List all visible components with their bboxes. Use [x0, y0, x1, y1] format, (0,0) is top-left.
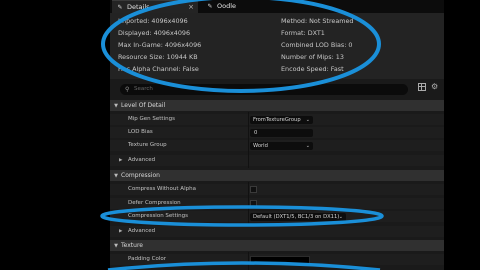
prop-compression-settings: Compression Settings Default (DXT1/5, BC…	[110, 211, 444, 222]
search-placeholder: Search	[134, 86, 153, 92]
mip-gen-label: Mip Gen Settings	[128, 116, 175, 122]
tab-bar: ✎ Details × ✎ Oodle	[110, 0, 444, 14]
section-level-of-detail-title: Level Of Detail	[121, 102, 166, 109]
tab-details-label: Details	[127, 3, 150, 11]
column-divider	[248, 182, 249, 224]
defer-compression-checkbox[interactable]	[250, 200, 257, 207]
info-displayed: Displayed: 4096x4096	[118, 29, 191, 37]
chevron-down-icon: ⌄	[305, 142, 310, 149]
texture-group-dropdown[interactable]: World ⌄	[250, 141, 313, 150]
lod-bias-label: LOD Bias	[128, 129, 153, 135]
info-imported: Imported: 4096x4096	[118, 17, 188, 25]
info-format: Format: DXT1	[281, 29, 325, 37]
compress-without-alpha-checkbox[interactable]	[250, 186, 257, 193]
lod-bias-input[interactable]: 0	[250, 128, 313, 137]
section-level-of-detail[interactable]: ▼ Level Of Detail	[110, 100, 444, 111]
lod-advanced-label: Advanced	[128, 157, 156, 163]
padding-color-swatch[interactable]	[250, 255, 310, 264]
info-max-in-game: Max In-Game: 4096x4096	[118, 41, 202, 49]
section-texture-title: Texture	[121, 242, 143, 249]
tab-details[interactable]: ✎ Details ×	[112, 0, 198, 14]
triangle-down-icon: ▼	[114, 243, 118, 249]
info-num-mips: Number of Mips: 13	[281, 53, 344, 61]
prop-lod-bias: LOD Bias 0	[110, 127, 444, 138]
compress-without-alpha-label: Compress Without Alpha	[128, 186, 196, 192]
texture-info-box: Imported: 4096x4096 Displayed: 4096x4096…	[110, 13, 444, 79]
info-resource-size: Resource Size: 10944 KB	[118, 53, 198, 61]
mip-gen-value: FromTextureGroup	[253, 116, 301, 123]
prop-compress-without-alpha: Compress Without Alpha	[110, 184, 444, 195]
triangle-down-icon: ▼	[114, 173, 118, 179]
info-has-alpha: Has Alpha Channel: False	[118, 65, 199, 73]
column-divider	[248, 112, 249, 168]
column-divider	[248, 252, 249, 270]
details-panel: ✎ Details × ✎ Oodle Imported: 4096x4096 Di…	[110, 0, 444, 270]
chevron-down-icon: ⌄	[305, 116, 310, 123]
brush-icon: ✎	[207, 3, 213, 10]
compression-settings-label: Compression Settings	[128, 213, 188, 219]
info-encode-speed: Encode Speed: Fast	[281, 65, 344, 73]
triangle-right-icon: ▶	[119, 229, 123, 234]
defer-compression-label: Defer Compression	[128, 200, 181, 206]
triangle-down-icon: ▼	[114, 103, 118, 109]
triangle-right-icon: ▶	[119, 158, 123, 163]
compression-settings-value: Default (DXT1/5, BC1/3 on DX11)	[253, 213, 340, 220]
gear-icon[interactable]: ⚙	[431, 81, 438, 93]
info-combined-lod-bias: Combined LOD Bias: 0	[281, 41, 353, 49]
texture-group-label: Texture Group	[128, 142, 167, 148]
info-method: Method: Not Streamed	[281, 17, 354, 25]
section-compression[interactable]: ▼ Compression	[110, 170, 444, 181]
chevron-down-icon: ⌄	[338, 213, 343, 220]
section-compression-title: Compression	[121, 172, 160, 179]
lod-bias-value: 0	[254, 129, 258, 136]
prop-compression-advanced[interactable]: ▶ Advanced	[110, 226, 444, 237]
prop-lod-advanced[interactable]: ▶ Advanced	[110, 155, 444, 166]
compression-settings-dropdown[interactable]: Default (DXT1/5, BC1/3 on DX11) ⌄	[250, 212, 346, 221]
prop-texture-group: Texture Group World ⌄	[110, 140, 444, 151]
search-icon: ⚲	[125, 86, 130, 93]
padding-color-label: Padding Color	[128, 256, 167, 262]
prop-defer-compression: Defer Compression	[110, 198, 444, 209]
section-texture[interactable]: ▼ Texture	[110, 240, 444, 251]
right-black-area	[444, 0, 480, 270]
compression-advanced-label: Advanced	[128, 228, 156, 234]
prop-mip-gen-settings: Mip Gen Settings FromTextureGroup ⌄	[110, 114, 444, 125]
search-input[interactable]: ⚲ Search	[120, 84, 408, 95]
prop-padding-color: Padding Color	[110, 254, 444, 265]
grid-icon[interactable]	[418, 83, 426, 91]
mip-gen-dropdown[interactable]: FromTextureGroup ⌄	[250, 115, 313, 124]
tab-oodle[interactable]: ✎ Oodle	[202, 0, 262, 13]
search-row: ⚲ Search ⚙	[110, 80, 444, 98]
tab-oodle-label: Oodle	[217, 2, 237, 10]
texture-group-value: World	[253, 142, 268, 149]
left-black-area	[0, 0, 110, 270]
